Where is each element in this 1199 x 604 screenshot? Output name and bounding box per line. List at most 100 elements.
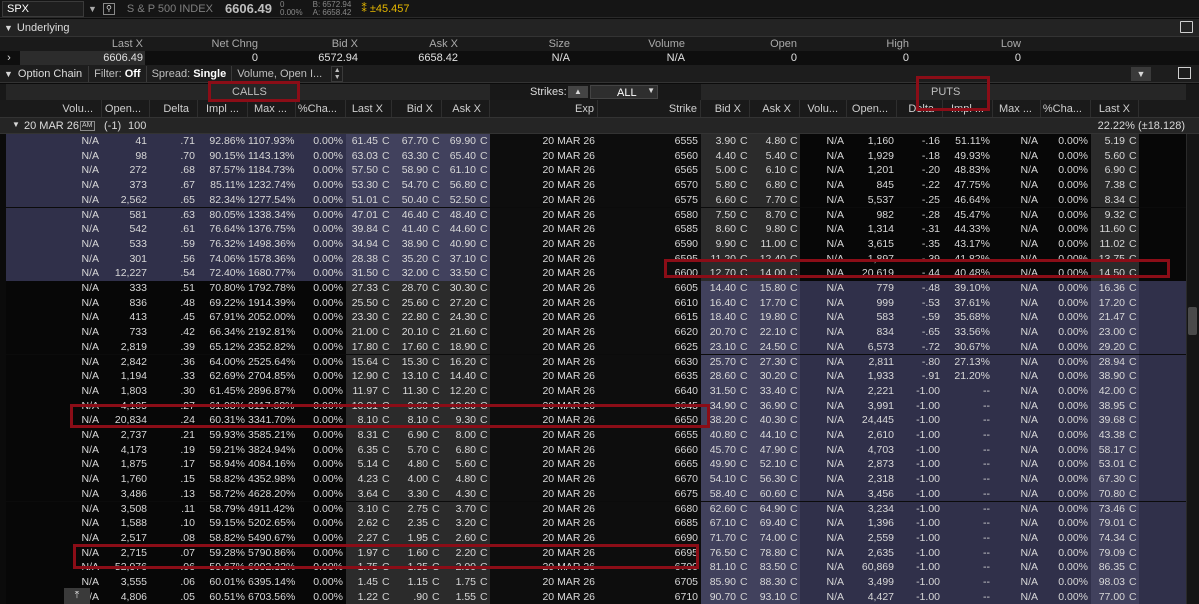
put-header-1[interactable]: Ask X (750, 100, 800, 117)
call-header-7[interactable]: Bid X (392, 100, 442, 117)
table-row[interactable]: N/A 272.68 87.57% 1184.73% 0.00% 57.50 C 58.90 C… (0, 163, 1186, 179)
table-row[interactable]: N/A 581.63 80.05% 1338.34% 0.00% 47.01 C 46.40 C… (0, 207, 1186, 223)
hdr-volume[interactable]: Volume (572, 37, 687, 51)
hdr-size[interactable]: Size (460, 37, 572, 51)
collapse-icon[interactable]: ▼ (4, 23, 13, 33)
exchange-flag: C (480, 473, 488, 486)
popout-icon[interactable] (1180, 21, 1193, 33)
call-cell-5: 0.00% (313, 370, 343, 383)
table-row[interactable]: N/A 3,508.11 58.79% 4911.42% 0.00% 3.10 C 2.75 C… (0, 501, 1186, 517)
table-row[interactable]: N/A 3,555.06 60.01% 6395.14% 0.00% 1.45 C 1.15 C… (0, 575, 1186, 590)
table-row[interactable]: N/A 413.45 67.91% 2052.00% 0.00% 23.30 C 22.80 C… (0, 310, 1186, 326)
exchange-flag: C (740, 208, 748, 221)
underlying-header[interactable]: ▼ Underlying (0, 19, 1199, 37)
table-row[interactable]: N/A 301.56 74.06% 1578.36% 0.00% 28.38 C 35.20 C… (0, 251, 1186, 267)
table-row[interactable]: N/A 542.61 76.64% 1376.75% 0.00% 39.84 C 41.40 C… (0, 222, 1186, 237)
table-row[interactable]: N/A 836.48 69.22% 1914.39% 0.00% 25.50 C 25.60 C… (0, 295, 1186, 311)
filter-control[interactable]: Filter: Off (88, 65, 145, 82)
table-row[interactable]: N/A 2,737.21 59.93% 3585.21% 0.00% 8.31 C 6.90 C… (0, 428, 1186, 443)
call-cell-5: 0.00% (313, 546, 343, 559)
put-cell-2: N/A (826, 443, 844, 456)
vertical-scrollbar[interactable] (1186, 134, 1199, 604)
hdr-net-chng[interactable]: Net Chng (145, 37, 260, 51)
hdr-ask[interactable]: Ask X (360, 37, 460, 51)
call-header-4[interactable]: Max ... (248, 100, 296, 117)
table-row[interactable]: N/A 333.51 70.80% 1792.78% 0.00% 27.33 C 28.70 C… (0, 281, 1186, 296)
exchange-flag: C (1129, 517, 1137, 530)
symbol-input[interactable]: SPX (2, 0, 84, 17)
put-header-3[interactable]: Open... (847, 100, 897, 117)
layout-select[interactable]: Volume, Open I... (231, 65, 331, 82)
table-row[interactable]: N/A 20,834.24 60.31% 3341.70% 0.00% 8.10 C 8.10… (0, 413, 1186, 428)
exchange-flag: C (480, 546, 488, 559)
put-header-5[interactable]: Impl ... (943, 100, 993, 117)
table-row[interactable]: N/A 2,842.36 64.00% 2525.64% 0.00% 15.64 C 15.3… (0, 354, 1186, 370)
table-row[interactable]: N/A 373.67 85.11% 1232.74% 0.00% 53.30 C 54.70 C… (0, 178, 1186, 193)
call-header-5[interactable]: %Cha... (296, 100, 346, 117)
table-row[interactable]: N/A 4,173.19 59.21% 3824.94% 0.00% 6.35 C 5.70 C… (0, 442, 1186, 458)
table-row[interactable]: N/A 1,760.15 58.82% 4352.98% 0.00% 4.23 C 4.00 C… (0, 472, 1186, 487)
table-row[interactable]: N/A 2,517.08 58.82% 5490.67% 0.00% 2.27 C 1.95 C… (0, 530, 1186, 546)
collapse-icon[interactable]: ▼ (12, 120, 20, 129)
table-row[interactable]: N/A 41.71 92.86% 1107.93% 0.00% 61.45 C 67.70 C 6… (0, 134, 1186, 149)
call-header-1[interactable]: Open... (102, 100, 150, 117)
put-header-2[interactable]: Volu... (800, 100, 847, 117)
table-row[interactable]: N/A 1,875.17 58.94% 4084.16% 0.00% 5.14 C 4.80 C… (0, 457, 1186, 473)
strikes-select[interactable]: ALL ▼ (590, 85, 658, 99)
link-icon[interactable]: ⚲ (102, 2, 115, 15)
table-row[interactable]: N/A 98.70 90.15% 1143.13% 0.00% 63.03 C 63.30 C 6… (0, 148, 1186, 164)
table-row[interactable]: N/A 2,715.07 59.28% 5790.86% 0.00% 1.97 C 1.60 C… (0, 545, 1186, 561)
call-cell-3: 70.80% (209, 282, 245, 294)
table-row[interactable]: N/A 2,562.65 82.34% 1277.54% 0.00% 51.01 C 50.4… (0, 192, 1186, 208)
put-header-0[interactable]: Bid X (701, 100, 750, 117)
expand-icon[interactable]: › (0, 51, 20, 65)
call-header-3[interactable]: Impl ... (198, 100, 248, 117)
spread-control[interactable]: Spread: Single (145, 65, 232, 82)
collapse-icon[interactable]: ▼ (4, 69, 13, 79)
put-cell-3: 999 (876, 296, 894, 309)
menu-icon[interactable]: ▼ (1131, 67, 1151, 81)
table-row[interactable]: N/A 1,194.33 62.69% 2704.85% 0.00% 12.90 C 13.1… (0, 369, 1186, 384)
call-header-0[interactable]: Volu... (55, 100, 102, 117)
hdr-bid[interactable]: Bid X (260, 37, 360, 51)
popout-icon[interactable] (1178, 67, 1191, 79)
hdr-last[interactable]: Last X (20, 37, 145, 51)
call-header-8[interactable]: Ask X (442, 100, 490, 117)
call-cell-0: N/A (81, 326, 99, 339)
table-row[interactable]: N/A 2,819.39 65.12% 2352.82% 0.00% 17.80 C 17.6… (0, 339, 1186, 355)
table-row[interactable]: N/A 1,588.10 59.15% 5202.65% 0.00% 2.62 C 2.35 C… (0, 516, 1186, 531)
table-row[interactable]: N/A 12,227.54 72.40% 1680.77% 0.00% 31.50 C 32.… (0, 266, 1186, 281)
call-header-6[interactable]: Last X (346, 100, 392, 117)
scrollbar-thumb[interactable] (1188, 307, 1197, 335)
expiry-row[interactable]: ▼ 20 MAR 26 AM (-1) 100 22.22% (±18.128) (0, 118, 1199, 134)
scroll-to-top-button[interactable]: ⤒ (64, 588, 90, 604)
hdr-low[interactable]: Low (911, 37, 1023, 51)
exchange-flag: C (1129, 384, 1137, 397)
put-header-4[interactable]: Delta (897, 100, 943, 117)
hdr-open[interactable]: Open (687, 37, 799, 51)
table-row[interactable]: N/A 1,803.30 61.45% 2896.87% 0.00% 11.97 C 11.3… (0, 383, 1186, 399)
put-cell-6: N/A (1020, 296, 1038, 309)
put-header-6[interactable]: Max ... (993, 100, 1041, 117)
exchange-flag: C (382, 252, 390, 265)
exchange-flag: C (790, 473, 798, 486)
dropdown-icon[interactable]: ▼ (88, 4, 97, 14)
table-row[interactable]: N/A 733.42 66.34% 2192.81% 0.00% 21.00 C 20.10 C… (0, 325, 1186, 340)
put-header-8[interactable]: Last X (1091, 100, 1139, 117)
mid-header-1[interactable]: Strike (598, 100, 701, 117)
put-header-7[interactable]: %Cha... (1041, 100, 1091, 117)
table-row[interactable]: N/A 3,486.13 58.72% 4628.20% 0.00% 3.64 C 3.30 C… (0, 486, 1186, 502)
call-header-2[interactable]: Delta (150, 100, 198, 117)
table-row[interactable]: N/A 52,976.06 59.67% 6092.32% 0.00% 1.75 C 1.35… (0, 560, 1186, 575)
mid-header-0[interactable]: Exp (490, 100, 598, 117)
table-row[interactable]: N/A 533.59 76.32% 1498.36% 0.00% 34.94 C 38.90 C… (0, 236, 1186, 252)
layout-stepper-icon[interactable]: ▲ ▼ (331, 65, 344, 82)
table-row[interactable]: N/A 4,105.27 61.03% 3117.68% 0.00% 10.31 C 9.60… (0, 398, 1186, 414)
put-cell-5: -- (983, 473, 990, 486)
strikes-icon[interactable]: ▲ (568, 86, 588, 98)
call-cell-5: 0.00% (313, 414, 343, 427)
exchange-flag: C (790, 237, 798, 250)
hdr-high[interactable]: High (799, 37, 911, 51)
exchange-flag: C (382, 164, 390, 177)
table-row[interactable]: N/A 4,806.05 60.51% 6703.56% 0.00% 1.22 C .90 C 1… (0, 589, 1186, 604)
